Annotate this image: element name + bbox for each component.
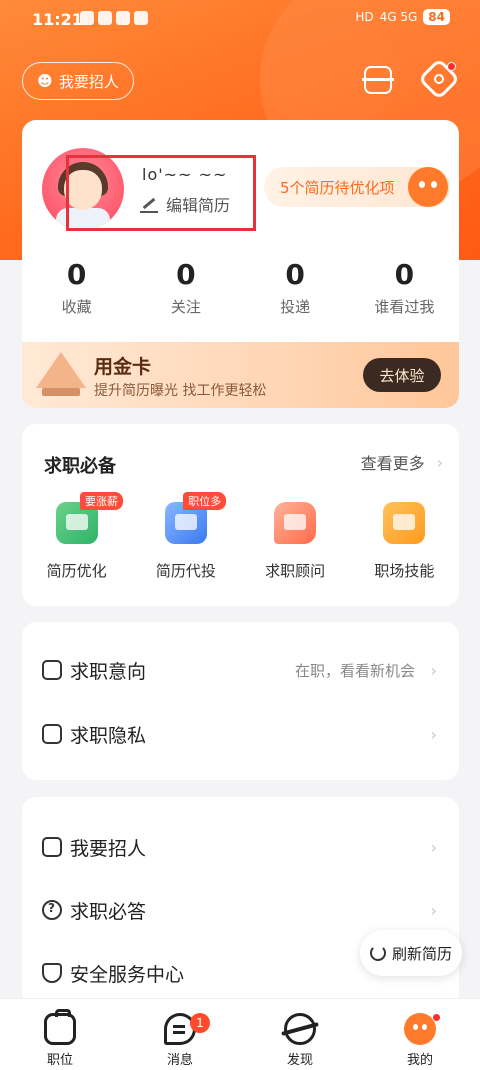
unread-badge: 1 [190,1013,210,1033]
edit-resume-label: 编辑简历 [166,196,231,215]
stat-label: 关注 [170,298,201,316]
profile-card: lo'~~ ~~ 编辑简历 5个简历待优化项 0 收藏 0 关注 0 投递 0 … [22,120,459,408]
tab-label: 职位 [46,1053,73,1068]
list-item-recruit[interactable]: 我要招人 › [22,815,459,879]
tool-label: 简历代投 [155,562,216,580]
try-gold-card-button[interactable]: 去体验 [363,358,441,392]
tab-label: 发现 [286,1053,313,1068]
list-item-label: 我要招人 [70,837,147,860]
list-item-label: 求职意向 [70,660,147,683]
tab-discover[interactable]: 发现 [240,999,360,1070]
question-icon: ? [42,900,62,920]
tool-label: 求职顾问 [265,562,326,580]
tool-badge: 职位多 [183,492,227,510]
edit-resume-link[interactable]: 编辑简历 [140,192,230,216]
consultant-icon [274,502,317,544]
stats-row: 0 收藏 0 关注 0 投递 0 谁看过我 [22,258,459,317]
resume-optimize-pill[interactable]: 5个简历待优化项 [264,167,450,207]
stat-label: 投递 [280,298,311,316]
stat-label: 谁看过我 [374,298,435,316]
stat-value: 0 [66,258,87,291]
chevron-right-icon: › [430,660,437,680]
job-preferences-card: 求职意向 在职，看看新机会 › 求职隐私 › [22,622,459,780]
refresh-resume-label: 刷新简历 [391,944,452,963]
job-essentials-card: 求职必备 查看更多 › 要涨薪 简历优化 职位多 简历代投 求职顾问 职场技能 [22,424,459,606]
stat-label: 收藏 [61,298,92,316]
briefcase-icon [42,837,62,857]
optimize-pill-label: 5个简历待优化项 [280,178,395,197]
app-notification-icon [116,11,130,25]
bottom-tab-bar: 职位 1 消息 发现 我的 [0,998,480,1070]
list-item-label: 求职必答 [70,900,147,923]
tab-jobs[interactable]: 职位 [0,999,120,1070]
gold-card-subtitle: 提升简历曝光 找工作更轻松 [94,383,267,399]
list-item-label: 安全服务中心 [70,963,185,986]
privacy-lock-icon [42,724,62,744]
mascot-icon [408,167,448,207]
view-more-label: 查看更多 [360,454,425,473]
stat-value: 0 [176,258,196,291]
username: lo'~~ ~~ [142,165,228,184]
list-item-job-intent[interactable]: 求职意向 在职，看看新机会 › [22,638,459,702]
tool-label: 简历优化 [46,562,107,580]
notification-dot [447,62,456,71]
view-more-link[interactable]: 查看更多 › [361,450,443,474]
hd-indicator: HD [355,10,374,24]
notification-dot [432,1013,441,1022]
stat-following[interactable]: 0 关注 [131,258,240,317]
section-title: 求职必备 [44,456,116,477]
chevron-right-icon: › [436,452,443,472]
tools-row: 要涨薪 简历优化 职位多 简历代投 求职顾问 职场技能 [22,492,459,581]
tab-label: 我的 [406,1053,433,1068]
stat-favorites[interactable]: 0 收藏 [22,258,131,317]
refresh-resume-button[interactable]: 刷新简历 [360,930,462,976]
stat-viewers[interactable]: 0 谁看过我 [350,258,459,317]
shield-icon [42,963,62,983]
tab-me[interactable]: 我的 [360,999,480,1070]
network-indicator: 4G 5G [379,10,418,24]
gold-card-banner[interactable]: 用金卡 提升简历曝光 找工作更轻松 去体验 [22,342,459,408]
tool-skills[interactable]: 职场技能 [350,502,459,581]
status-time: 11:21 [32,10,83,29]
stat-value: 0 [285,258,305,291]
chevron-right-icon: › [430,837,437,857]
status-bar: 11:21 HD 4G 5G 84 [0,0,480,38]
telegram-icon [98,11,112,25]
tab-messages[interactable]: 1 消息 [120,999,240,1070]
recruit-button[interactable]: ☻ 我要招人 [22,62,134,100]
app-notification-icon [80,11,94,25]
chevron-right-icon: › [430,900,437,920]
battery-icon: 84 [423,9,450,25]
tool-label: 职场技能 [374,562,435,580]
job-icon [44,1009,76,1045]
pencil-icon [140,195,158,213]
refresh-icon [369,945,386,961]
tool-badge: 要涨薪 [80,492,123,510]
stat-applied[interactable]: 0 投递 [241,258,350,317]
list-item-label: 求职隐私 [70,724,147,747]
skills-icon [383,502,426,544]
tool-resume-delivery[interactable]: 职位多 简历代投 [131,492,240,581]
list-item-job-privacy[interactable]: 求职隐私 › [22,702,459,766]
recruit-button-label: 我要招人 [58,72,119,91]
tab-label: 消息 [166,1053,193,1068]
system-icons: HD 4G 5G 84 [355,9,450,25]
intent-icon [42,660,62,680]
app-notification-icon [134,11,148,25]
discover-icon [284,1013,316,1045]
stat-value: 0 [394,258,415,291]
user-plus-icon: ☻ [37,72,53,90]
crown-icon [36,352,86,396]
list-item-hint: 在职，看看新机会 [294,661,415,680]
status-app-icons [80,11,148,25]
tool-resume-optimize[interactable]: 要涨薪 简历优化 [22,492,131,581]
chevron-right-icon: › [430,724,437,744]
tool-consultant[interactable]: 求职顾问 [241,502,350,581]
scan-icon[interactable] [362,66,394,94]
gold-card-title: 用金卡 [94,356,152,378]
